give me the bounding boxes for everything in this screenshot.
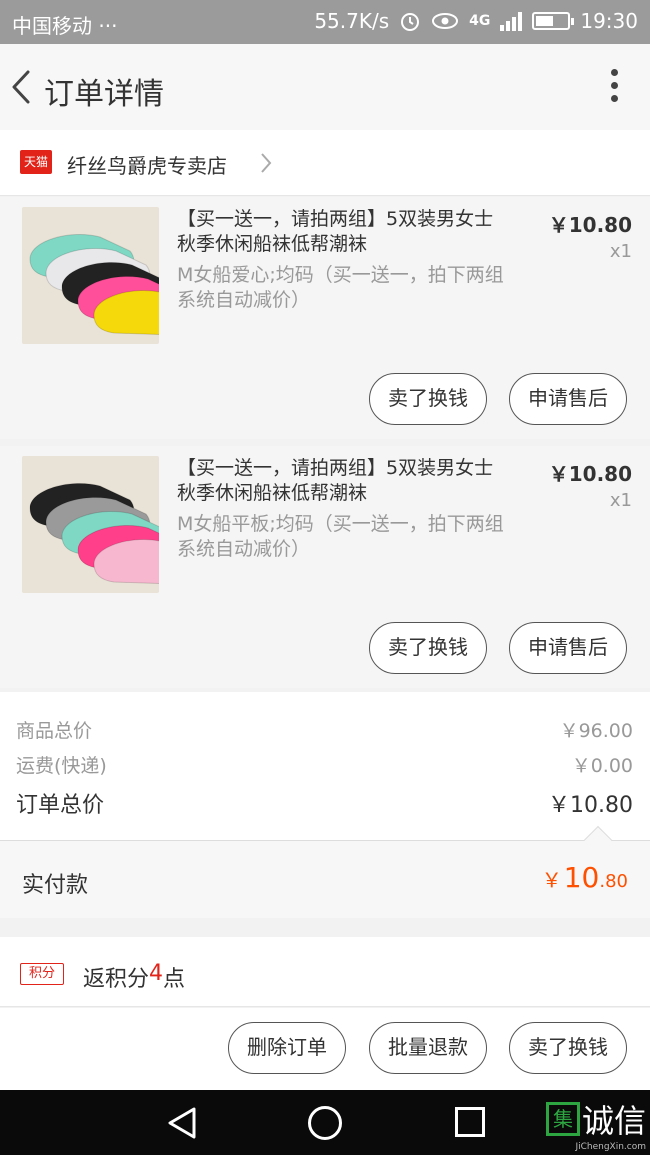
watermark-text: 诚信: [581, 1102, 646, 1140]
order-item: 【买一送一，请拍两组】5双装男女士秋季休闲船袜低帮潮袜 M女船爱心;均码（买一送…: [0, 197, 650, 439]
goods-total-value: ￥96.00: [559, 720, 633, 742]
product-price: ￥10.80: [548, 213, 632, 237]
product-quantity: x1: [609, 241, 632, 262]
order-total-label: 订单总价: [16, 793, 105, 818]
shop-name: 纤丝鸟爵虎专卖店: [67, 154, 227, 178]
tmall-logo-badge: 天猫: [20, 150, 52, 174]
points-suffix: 点: [163, 967, 186, 992]
amount-paid-row: 实付款 ￥ 10 .80: [0, 840, 650, 918]
points-row: 积分 返积分 4 点: [0, 937, 650, 1007]
product-spec: M女船爱心;均码（买一送一，拍下两组系统自动减价）: [177, 264, 504, 311]
order-total-row: 订单总价 ￥10.80: [16, 787, 633, 819]
chevron-right-icon: [261, 153, 272, 173]
status-bar: 中国移动 ··· 55.7K/s 4G 19:30: [0, 0, 650, 44]
resell-button[interactable]: 卖了换钱: [509, 1022, 627, 1074]
product-price: ￥10.80: [548, 462, 632, 486]
product-thumbnail[interactable]: [22, 456, 159, 593]
signal-icon: [500, 11, 523, 31]
product-spec: M女船平板;均码（买一送一，拍下两组系统自动减价）: [177, 513, 504, 560]
page-title: 订单详情: [44, 77, 164, 112]
more-options-icon[interactable]: [608, 69, 620, 105]
goods-total-row: 商品总价 ￥96.00: [16, 716, 633, 743]
order-item: 【买一送一，请拍两组】5双装男女士秋季休闲船袜低帮潮袜 M女船平板;均码（买一送…: [0, 446, 650, 688]
points-badge: 积分: [20, 963, 64, 985]
alarm-icon: [401, 13, 420, 31]
delete-order-button[interactable]: 删除订单: [228, 1022, 346, 1074]
nav-recent-apps-icon[interactable]: [455, 1107, 485, 1137]
system-nav-bar: 集 诚信 JiChengXin.com: [0, 1090, 650, 1155]
batch-refund-button[interactable]: 批量退款: [369, 1022, 487, 1074]
shipping-label: 运费(快递): [16, 755, 107, 777]
watermark-url: JiChengXin.com: [575, 1142, 646, 1152]
app-header: 订单详情: [0, 44, 650, 130]
nav-home-icon[interactable]: [308, 1106, 342, 1140]
battery-icon: [532, 12, 575, 30]
shipping-value: ￥0.00: [571, 755, 633, 777]
shop-row[interactable]: 天猫 纤丝鸟爵虎专卖店: [0, 130, 650, 196]
watermark-glyph: 集: [545, 1102, 580, 1136]
carrier-label: 中国移动 ···: [12, 14, 118, 38]
after-sale-button[interactable]: 申请售后: [509, 622, 627, 674]
clock: 19:30: [580, 9, 638, 33]
eye-icon: [432, 13, 459, 29]
product-title[interactable]: 【买一送一，请拍两组】5双装男女士秋季休闲船袜低帮潮袜: [177, 456, 507, 506]
order-action-bar: 删除订单 批量退款 卖了换钱: [0, 1008, 650, 1090]
back-arrow-icon[interactable]: [4, 64, 40, 110]
after-sale-button[interactable]: 申请售后: [509, 373, 627, 425]
amount-paid-value: ￥ 10 .80: [542, 861, 628, 894]
network-speed: 55.7K/s: [314, 9, 390, 33]
price-summary: 商品总价 ￥96.00 运费(快递) ￥0.00 订单总价 ￥10.80: [0, 692, 650, 840]
product-quantity: x1: [609, 490, 632, 511]
amount-integer: 10: [563, 861, 600, 894]
currency-symbol: ￥: [541, 868, 562, 892]
points-value: 4: [149, 961, 164, 986]
watermark-logo: 集 诚信 JiChengXin.com: [545, 1096, 646, 1152]
order-total-value: ￥10.80: [548, 793, 633, 818]
resell-button[interactable]: 卖了换钱: [369, 622, 487, 674]
amount-paid-label: 实付款: [22, 873, 89, 898]
resell-button[interactable]: 卖了换钱: [369, 373, 487, 425]
product-thumbnail[interactable]: [22, 207, 159, 344]
nav-back-icon[interactable]: [166, 1106, 198, 1140]
network-type: 4G: [469, 13, 491, 29]
shipping-row: 运费(快递) ￥0.00: [16, 751, 633, 778]
amount-decimal: .80: [599, 871, 628, 892]
status-icons: 55.7K/s 4G 19:30: [314, 9, 638, 33]
points-text: 返积分 4 点: [83, 961, 185, 993]
goods-total-label: 商品总价: [16, 720, 93, 742]
product-title[interactable]: 【买一送一，请拍两组】5双装男女士秋季休闲船袜低帮潮袜: [177, 207, 507, 257]
points-prefix: 返积分: [83, 967, 150, 992]
